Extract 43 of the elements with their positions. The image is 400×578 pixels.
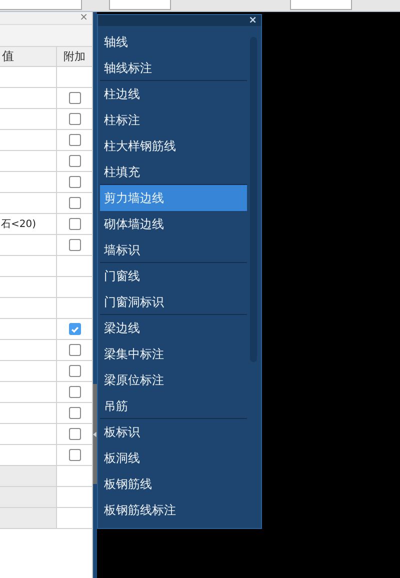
close-icon[interactable]: ×	[248, 16, 257, 26]
layer-menu-item[interactable]: 板钢筋线	[100, 471, 247, 497]
checkbox[interactable]	[68, 197, 80, 209]
layer-menu-item[interactable]: 梁集中标注	[100, 341, 247, 367]
layer-menu-item[interactable]: 墙标识	[100, 237, 247, 263]
checkbox[interactable]	[68, 323, 80, 335]
layer-menu-item[interactable]: 柱填充	[100, 159, 247, 185]
toolbar-field[interactable]	[290, 0, 352, 10]
checkbox[interactable]	[68, 365, 80, 377]
checkbox[interactable]	[68, 218, 80, 230]
column-header: 附加	[64, 49, 86, 64]
column-header: 值	[2, 48, 14, 65]
layer-menu-item[interactable]: 柱边线	[100, 81, 247, 107]
checkbox[interactable]	[68, 176, 80, 188]
layer-menu-item[interactable]: 梁边线	[100, 315, 247, 341]
table-cell-text: 石<20)	[1, 218, 36, 231]
layer-menu-item[interactable]: 柱大样钢筋线	[100, 133, 247, 159]
layer-menu-item[interactable]: 门窗线	[100, 263, 247, 289]
splitter-handle[interactable]	[93, 384, 97, 484]
layer-menu-item[interactable]: 板标识	[100, 419, 247, 445]
layer-menu-item[interactable]: 板洞线	[100, 445, 247, 471]
toolbar-field[interactable]	[109, 0, 171, 10]
checkbox[interactable]	[68, 239, 80, 251]
layer-menu-item[interactable]: 门窗洞标识	[100, 289, 247, 315]
checkbox[interactable]	[68, 134, 80, 146]
layer-menu-item[interactable]: 板钢筋线标注	[100, 497, 247, 523]
checkbox[interactable]	[68, 407, 80, 419]
checkbox[interactable]	[68, 449, 80, 461]
checkbox[interactable]	[68, 155, 80, 167]
toolbar-field[interactable]	[0, 0, 82, 10]
layer-menu-item[interactable]: 轴线	[100, 29, 247, 55]
checkbox[interactable]	[68, 113, 80, 125]
layer-menu-item[interactable]: 砌体墙边线	[100, 211, 247, 237]
splitter[interactable]	[93, 12, 97, 578]
checkbox[interactable]	[68, 92, 80, 104]
checkbox[interactable]	[68, 386, 80, 398]
checkbox[interactable]	[68, 344, 80, 356]
layer-menu-item[interactable]: 梁原位标注	[100, 367, 247, 393]
layer-menu-item[interactable]: 吊筋	[100, 393, 247, 419]
layer-menu-item[interactable]: 轴线标注	[100, 55, 247, 81]
close-icon[interactable]: ×	[80, 13, 88, 23]
layer-menu-item[interactable]: 柱标注	[100, 107, 247, 133]
checkbox[interactable]	[68, 428, 80, 440]
